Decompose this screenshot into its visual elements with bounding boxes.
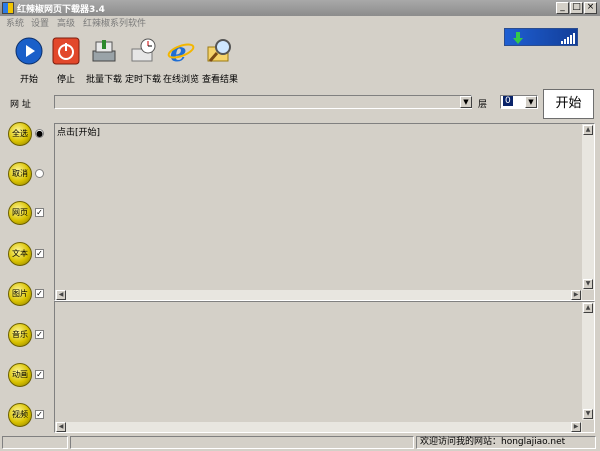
ie-browser-icon: e — [167, 38, 195, 68]
scheduled-download-label: 定时下载 — [124, 75, 161, 85]
filter-text[interactable]: 文本 ✓ — [8, 242, 52, 266]
filter-select-all[interactable]: 全选 ● — [8, 122, 52, 146]
scroll-up-button[interactable]: ▲ — [583, 303, 593, 313]
log-pane[interactable]: 点击[开始] ▲ ▼ ◀ ▶ — [54, 123, 595, 301]
window-title: 红辣椒网页下载器3.4 — [17, 5, 105, 15]
start-toolbar-button[interactable]: 开始 — [10, 35, 48, 85]
scroll-right-button[interactable]: ▶ — [571, 422, 581, 432]
menu-system[interactable]: 系统 — [6, 16, 24, 29]
maximize-button[interactable]: □ — [570, 2, 583, 14]
image-checkbox[interactable]: ✓ — [35, 289, 44, 298]
status-cell-1 — [2, 436, 68, 449]
play-icon — [15, 37, 43, 65]
scheduled-download-icon — [131, 38, 156, 62]
results-vertical-scrollbar[interactable]: ▲ ▼ — [582, 302, 594, 420]
layer-dropdown-button[interactable]: ▼ — [525, 96, 537, 108]
status-website-text: 欢迎访问我的网站：honglajiao.net — [416, 436, 596, 449]
scroll-up-button[interactable]: ▲ — [583, 125, 593, 135]
address-dropdown-button[interactable]: ▼ — [460, 96, 472, 108]
signal-bars-icon — [561, 33, 575, 44]
address-input[interactable] — [54, 95, 472, 109]
webpage-checkbox[interactable]: ✓ — [35, 208, 44, 217]
results-pane[interactable]: ▲ ▼ ◀ ▶ — [54, 301, 595, 433]
select-all-orb-button[interactable]: 全选 — [8, 122, 32, 146]
download-arrow-icon — [513, 32, 523, 44]
layer-label: 层 — [478, 100, 488, 110]
filter-image[interactable]: 图片 ✓ — [8, 282, 52, 306]
online-browse-button[interactable]: e 在线浏览 — [162, 35, 200, 85]
filter-video[interactable]: 视频 ✓ — [8, 403, 52, 427]
filter-cancel[interactable]: 取消 — [8, 162, 52, 186]
stop-toolbar-label: 停止 — [56, 75, 75, 85]
scroll-left-button[interactable]: ◀ — [56, 290, 66, 300]
animation-checkbox[interactable]: ✓ — [35, 370, 44, 379]
filter-music[interactable]: 音乐 ✓ — [8, 323, 52, 347]
log-horizontal-scrollbar[interactable]: ◀ ▶ — [55, 290, 582, 300]
close-button[interactable]: × — [584, 2, 597, 14]
status-cell-2 — [70, 436, 414, 449]
connection-indicator — [504, 28, 578, 46]
results-horizontal-scrollbar[interactable]: ◀ ▶ — [55, 422, 582, 432]
power-icon — [52, 37, 80, 65]
cancel-orb-button[interactable]: 取消 — [8, 162, 32, 186]
online-browse-label: 在线浏览 — [162, 75, 199, 85]
menu-series-software[interactable]: 红辣椒系列软件 — [83, 16, 146, 29]
view-results-label: 查看结果 — [201, 75, 238, 85]
batch-download-label: 批量下载 — [85, 75, 122, 85]
filter-webpage[interactable]: 网页 ✓ — [8, 201, 52, 225]
start-button[interactable]: 开始 — [543, 89, 594, 119]
menu-advanced[interactable]: 高级 — [57, 16, 75, 29]
menu-settings[interactable]: 设置 — [31, 16, 49, 29]
cancel-radio[interactable] — [35, 169, 44, 178]
music-orb-button[interactable]: 音乐 — [8, 323, 32, 347]
stop-toolbar-button[interactable]: 停止 — [47, 35, 85, 85]
scroll-down-button[interactable]: ▼ — [583, 409, 593, 419]
music-checkbox[interactable]: ✓ — [35, 330, 44, 339]
svg-text:e: e — [170, 38, 187, 65]
scroll-down-button[interactable]: ▼ — [583, 279, 593, 289]
batch-download-button[interactable]: 批量下载 — [85, 35, 123, 85]
app-icon — [2, 2, 14, 14]
video-checkbox[interactable]: ✓ — [35, 410, 44, 419]
title-bar: 红辣椒网页下载器3.4 _ □ × — [0, 0, 600, 16]
status-bar: 欢迎访问我的网站：honglajiao.net — [0, 435, 600, 451]
scroll-left-button[interactable]: ◀ — [56, 422, 66, 432]
log-text: 点击[开始] — [57, 128, 101, 138]
animation-orb-button[interactable]: 动画 — [8, 363, 32, 387]
log-vertical-scrollbar[interactable]: ▲ ▼ — [582, 124, 594, 290]
batch-download-icon — [92, 40, 116, 62]
minimize-button[interactable]: _ — [556, 2, 569, 14]
address-row: 网 址 ▼ 层 0 ▼ — [0, 94, 600, 112]
webpage-orb-button[interactable]: 网页 — [8, 201, 32, 225]
scheduled-download-button[interactable]: 定时下载 — [124, 35, 162, 85]
video-orb-button[interactable]: 视频 — [8, 403, 32, 427]
filter-animation[interactable]: 动画 ✓ — [8, 363, 52, 387]
image-orb-button[interactable]: 图片 — [8, 282, 32, 306]
text-checkbox[interactable]: ✓ — [35, 249, 44, 258]
magnifier-folder-icon — [207, 39, 231, 62]
address-label: 网 址 — [10, 100, 31, 110]
scroll-right-button[interactable]: ▶ — [571, 290, 581, 300]
start-toolbar-label: 开始 — [19, 75, 38, 85]
view-results-button[interactable]: 查看结果 — [201, 35, 239, 85]
text-orb-button[interactable]: 文本 — [8, 242, 32, 266]
select-all-radio[interactable]: ● — [35, 129, 44, 138]
